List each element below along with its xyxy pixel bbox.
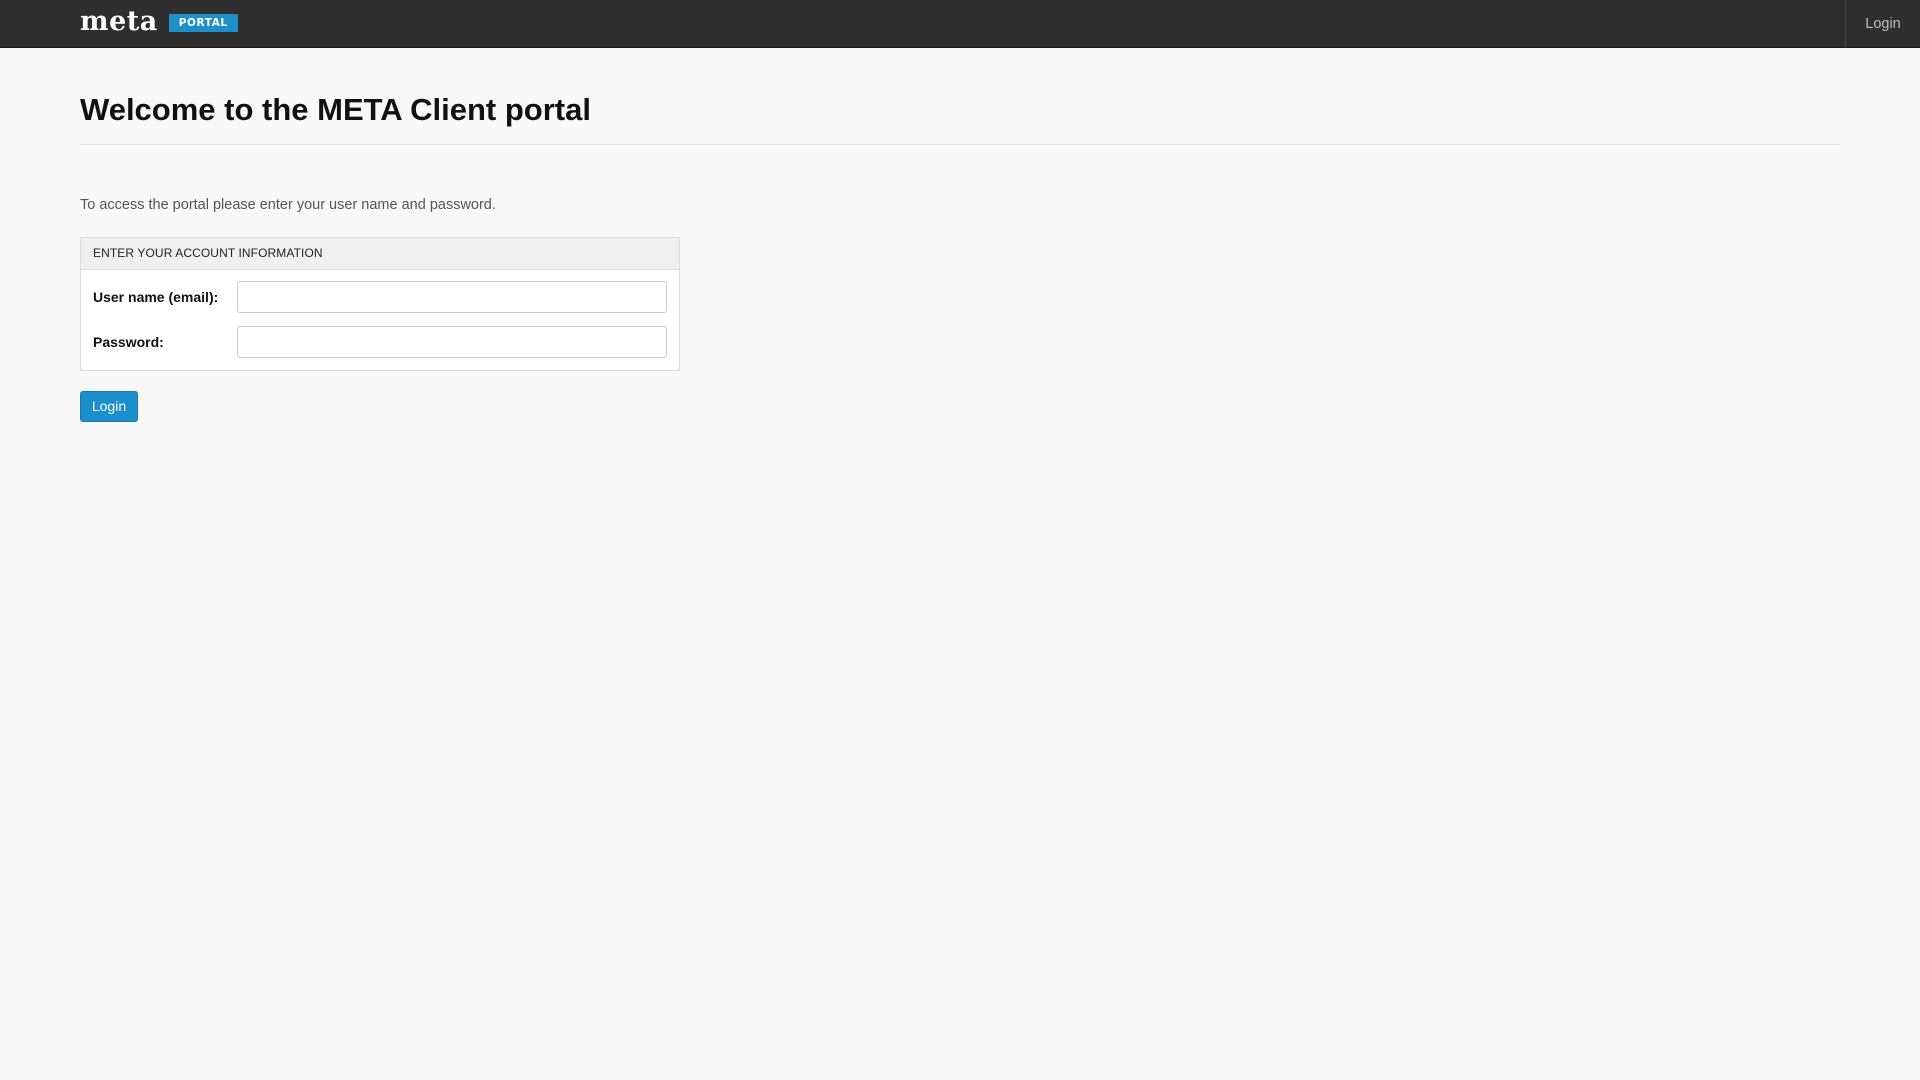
brand-portal-tag: PORTAL — [168, 14, 238, 32]
nav-login-link[interactable]: Login — [1845, 0, 1920, 48]
username-label: User name (email): — [93, 289, 219, 305]
password-input[interactable] — [237, 326, 667, 358]
panel-heading: ENTER YOUR ACCOUNT INFORMATION — [81, 238, 679, 270]
password-row: Password: — [93, 326, 667, 358]
password-label: Password: — [93, 334, 164, 350]
brand-wordmark: meta — [80, 5, 158, 37]
page-title: Welcome to the META Client portal — [80, 92, 591, 127]
brand-logo[interactable]: meta PORTAL — [80, 8, 238, 38]
username-input[interactable] — [237, 281, 667, 313]
login-button[interactable]: Login — [80, 391, 138, 422]
title-divider — [80, 144, 1840, 145]
username-row: User name (email): — [93, 281, 667, 313]
top-navbar: meta PORTAL Login — [0, 0, 1920, 48]
account-info-panel: ENTER YOUR ACCOUNT INFORMATION User name… — [80, 237, 680, 371]
intro-text: To access the portal please enter your u… — [80, 197, 496, 213]
